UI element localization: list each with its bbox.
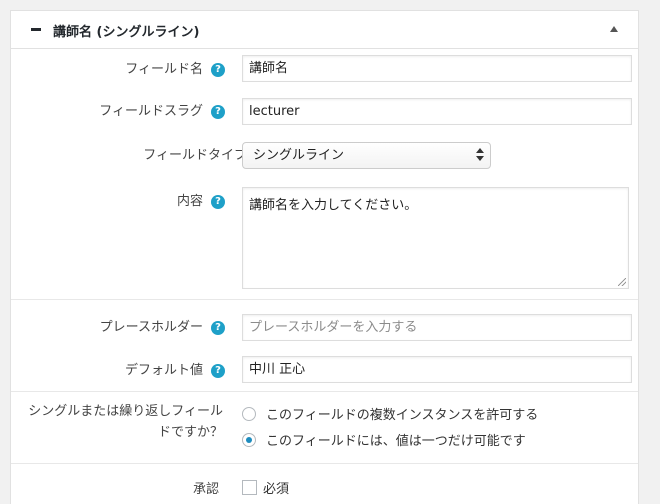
help-icon[interactable]: ?: [211, 363, 225, 378]
collapse-minus-icon[interactable]: [31, 28, 41, 31]
required-checkbox[interactable]: [242, 480, 257, 495]
default-value-label-row: デフォルト値?: [125, 359, 225, 378]
content-textarea[interactable]: 講師名を入力してください。: [242, 187, 629, 289]
placeholder-input[interactable]: プレースホルダーを入力する: [242, 314, 632, 341]
resize-grip-icon[interactable]: [618, 278, 626, 286]
content-label: 内容: [176, 194, 203, 209]
field-type-selected: シングルライン: [253, 148, 345, 163]
select-updown-icon: [476, 148, 484, 163]
field-slug-label: フィールドスラグ: [99, 104, 203, 119]
placeholder-label: プレースホルダー: [99, 320, 203, 335]
divider: [11, 463, 638, 464]
content-text: 講師名を入力してください。: [249, 198, 418, 213]
field-type-select[interactable]: シングルライン: [242, 142, 491, 169]
radio-option-single[interactable]: このフィールドには、値は一つだけ可能です: [242, 430, 526, 449]
help-icon[interactable]: ?: [211, 194, 225, 209]
field-type-label: フィールドタイプ: [143, 148, 247, 163]
required-checkbox-row[interactable]: 必須: [242, 478, 289, 497]
radio-button-checked[interactable]: [242, 432, 256, 447]
default-value-label: デフォルト値: [124, 363, 203, 378]
help-icon[interactable]: ?: [211, 320, 225, 335]
divider: [11, 299, 638, 300]
divider: [11, 391, 638, 392]
field-slug-label-row: フィールドスラグ?: [99, 100, 225, 119]
radio-option-label: このフィールドの複数インスタンスを許可する: [266, 408, 539, 423]
repeat-mode-label: シングルまたは繰り返しフィールドですか？: [28, 404, 223, 440]
panel-title: 講師名 (シングルライン): [53, 25, 200, 40]
field-name-label-row: フィールド名?: [125, 58, 225, 77]
content-label-row: 内容?: [177, 190, 225, 209]
validation-label: 承認: [192, 482, 219, 497]
radio-button[interactable]: [242, 406, 256, 421]
toggle-up-arrow-icon[interactable]: [610, 26, 618, 32]
field-name-input[interactable]: 講師名: [242, 55, 632, 82]
field-name-label: フィールド名: [125, 62, 203, 77]
field-slug-input[interactable]: lecturer: [242, 98, 632, 125]
field-settings-panel: 講師名 (シングルライン) フィールド名? 講師名 フィールドスラグ? lect…: [10, 10, 639, 504]
panel-header[interactable]: 講師名 (シングルライン): [11, 11, 638, 49]
radio-option-label: このフィールドには、値は一つだけ可能です: [266, 434, 526, 449]
default-value-input[interactable]: 中川 正心: [242, 356, 632, 383]
radio-option-multiple[interactable]: このフィールドの複数インスタンスを許可する: [242, 404, 538, 423]
help-icon[interactable]: ?: [211, 62, 225, 77]
required-checkbox-label: 必須: [263, 482, 290, 497]
help-icon[interactable]: ?: [211, 104, 225, 119]
placeholder-label-row: プレースホルダー?: [100, 316, 225, 335]
